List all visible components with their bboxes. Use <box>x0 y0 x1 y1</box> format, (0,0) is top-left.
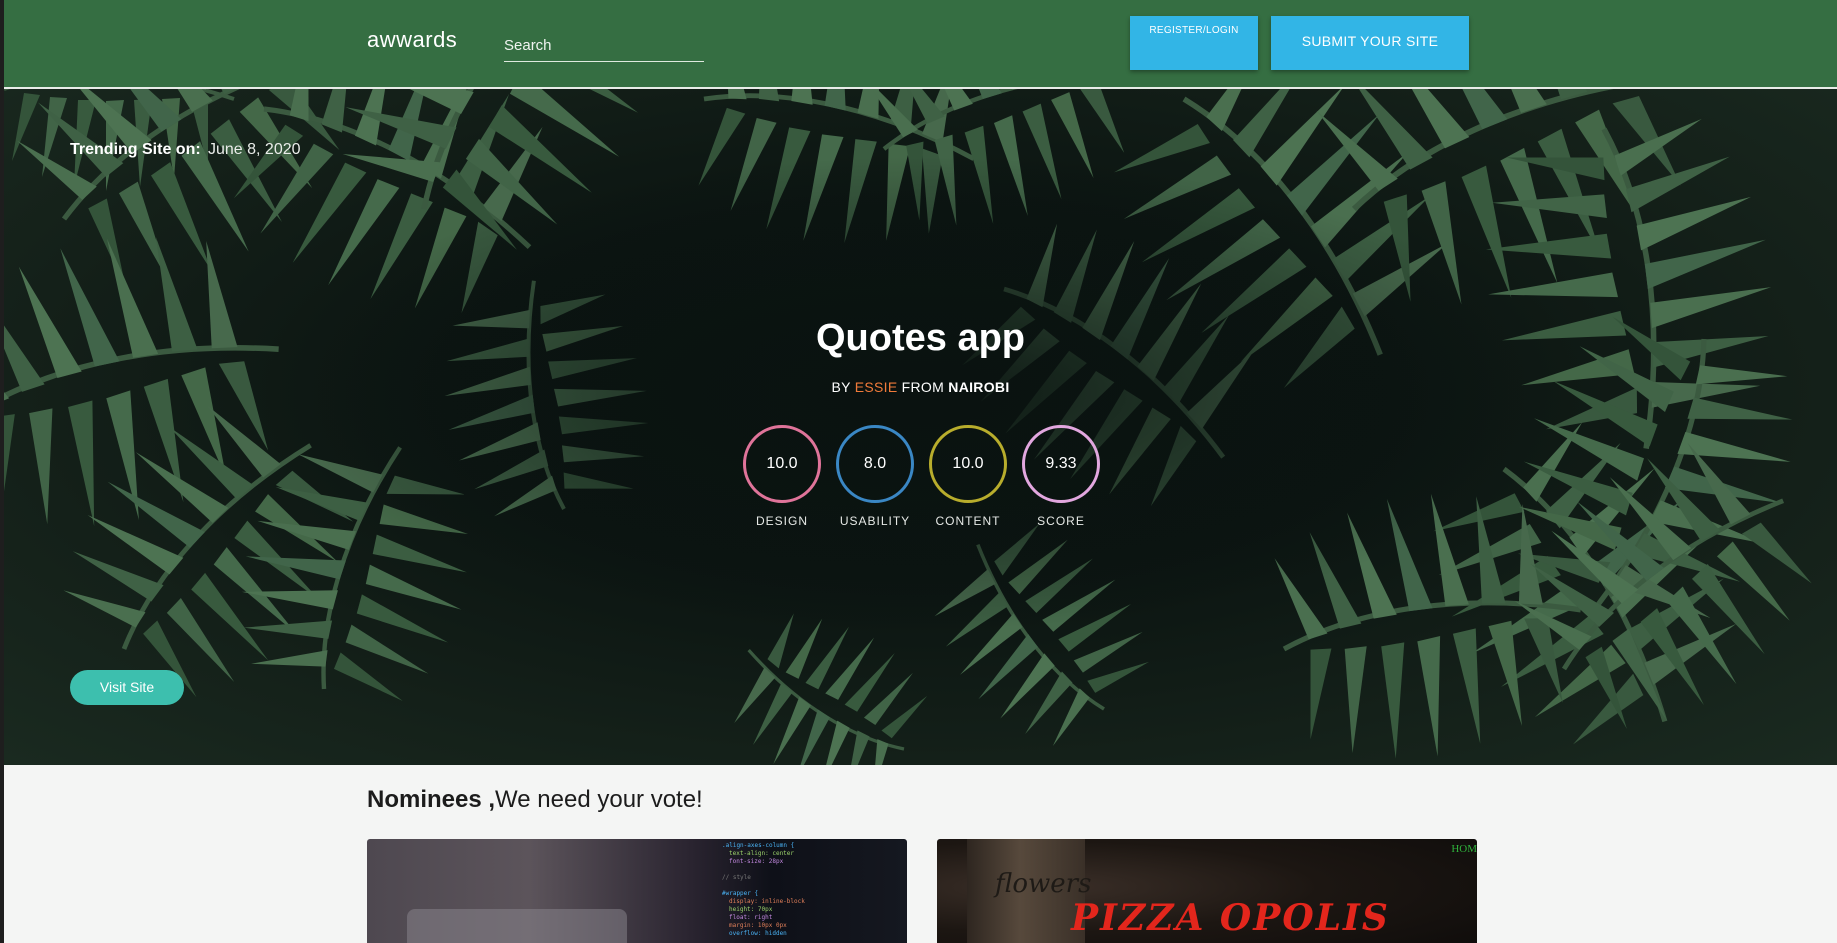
register-login-button[interactable]: REGISTER/LOGIN <box>1130 16 1258 70</box>
svg-text:overflow: hidden: overflow: hidden <box>729 930 787 937</box>
top-navbar: awwards REGISTER/LOGIN SUBMIT YOUR SITE <box>4 0 1837 89</box>
svg-text:#wrapper {: #wrapper { <box>722 890 758 897</box>
svg-text:margin: 10px 0px: margin: 10px 0px <box>729 922 787 929</box>
site-title: Quotes app <box>815 317 1026 359</box>
nominee-card-2[interactable]: flowers PIZZA OPOLIS HOM <box>937 839 1477 943</box>
svg-text:text-align: center: text-align: center <box>729 850 794 857</box>
pizza-opolis-title: PIZZA OPOLIS <box>1071 897 1390 939</box>
code-screenshot-image: .align-axes-column { text-align: center … <box>407 842 805 943</box>
author-name[interactable]: ESSIE <box>855 379 898 395</box>
nominees-heading-strong: Nominees , <box>367 786 496 813</box>
brand-logo[interactable]: awwards <box>367 27 457 53</box>
nominees-heading-rest: We need your vote! <box>495 786 703 813</box>
city-name: NAIROBI <box>948 379 1010 395</box>
design-score-ring: 10.0 <box>743 425 821 503</box>
page-frame: awwards REGISTER/LOGIN SUBMIT YOUR SITE <box>4 0 1837 943</box>
usability-score-label: USABILITY <box>839 514 911 528</box>
usability-score-ring: 8.0 <box>836 425 914 503</box>
svg-text:// style: // style <box>722 874 751 881</box>
by-prefix: BY <box>831 379 851 395</box>
hero-banner: Trending Site on: June 8, 2020 Quotes ap… <box>4 89 1837 765</box>
content-score-ring: 10.0 <box>929 425 1007 503</box>
svg-text:display: inline-block: display: inline-block <box>729 898 805 905</box>
site-byline: BY ESSIE FROM NAIROBI <box>4 379 1837 395</box>
submit-site-button[interactable]: SUBMIT YOUR SITE <box>1271 16 1469 70</box>
search-box <box>504 30 704 62</box>
card-home-link[interactable]: HOM <box>1451 843 1477 855</box>
trending-label: Trending Site on: <box>70 141 201 158</box>
visit-site-button[interactable]: Visit Site <box>70 670 184 705</box>
nominees-heading: Nominees ,We need your vote! <box>367 786 703 814</box>
svg-text:font-size: 28px: font-size: 28px <box>729 858 784 865</box>
trending-date: June 8, 2020 <box>208 141 301 158</box>
content-score-label: CONTENT <box>935 514 1001 528</box>
overall-score-ring: 9.33 <box>1022 425 1100 503</box>
nominee-card-1[interactable]: .align-axes-column { text-align: center … <box>367 839 907 943</box>
svg-text:float: right: float: right <box>729 914 773 921</box>
svg-text:.align-axes-column {: .align-axes-column { <box>722 842 794 849</box>
design-score-label: DESIGN <box>755 514 808 528</box>
bottle-label-text: flowers <box>995 869 1092 899</box>
palm-leaves-background <box>4 89 1837 765</box>
from-word: FROM <box>901 379 945 395</box>
search-input[interactable] <box>504 30 704 60</box>
overall-score-label: SCORE <box>1037 514 1085 528</box>
svg-text:height: 70px: height: 70px <box>729 906 773 913</box>
